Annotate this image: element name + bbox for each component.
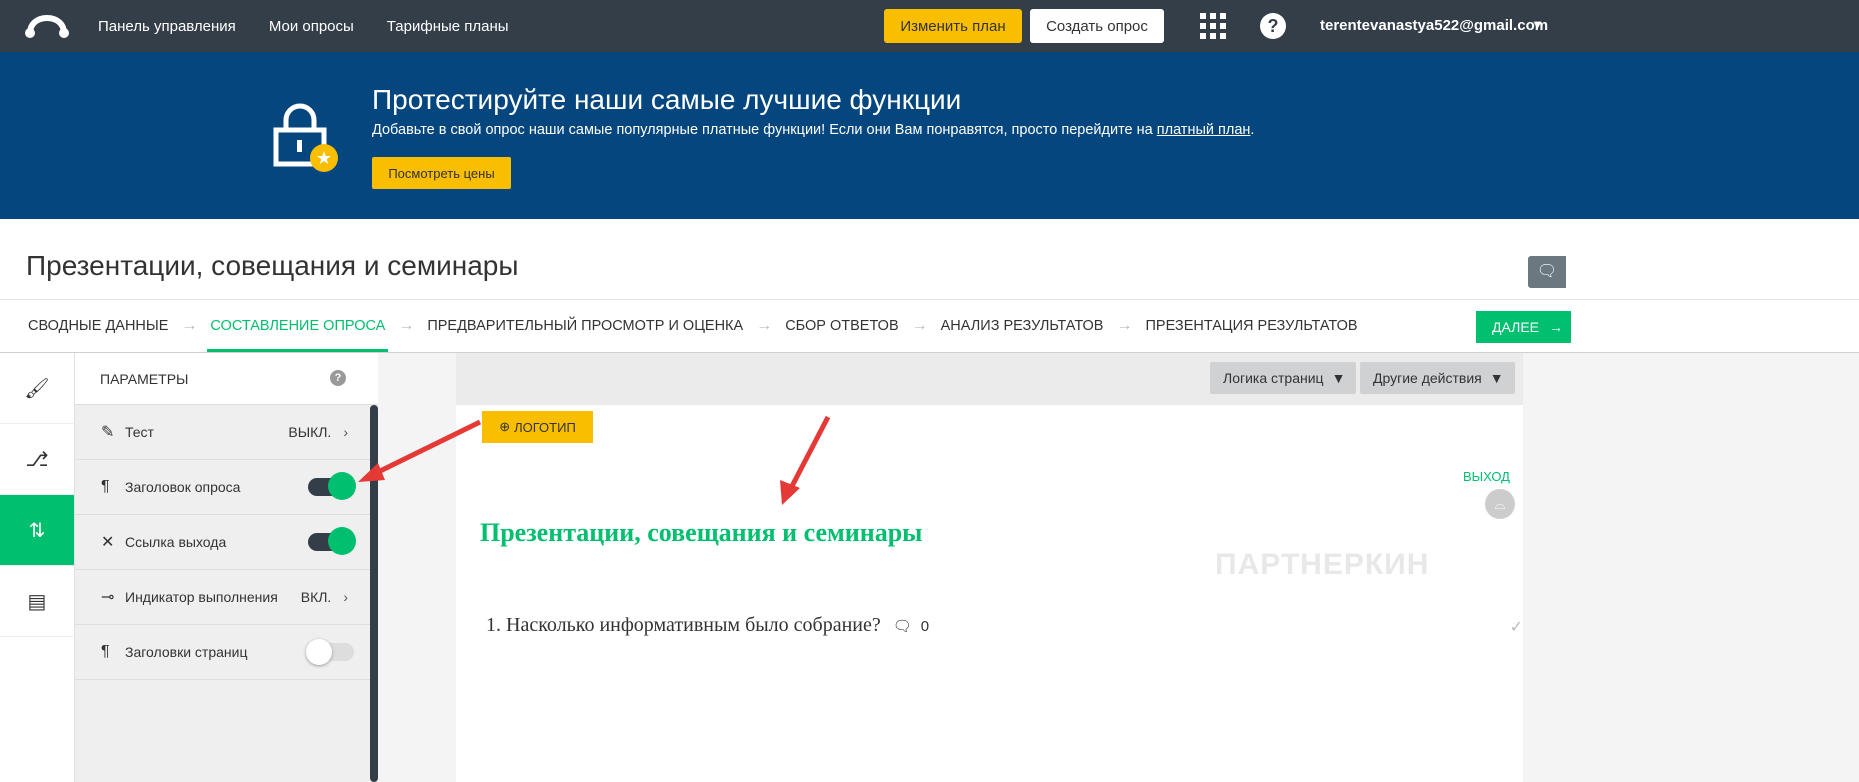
paid-plan-link[interactable]: платный план	[1157, 122, 1251, 138]
brush-icon[interactable]: 🖌	[0, 353, 74, 424]
arrow-right-icon: →	[1549, 319, 1563, 335]
nav-my-surveys[interactable]: Мои опросы	[269, 18, 354, 35]
logic-icon[interactable]: ⎇	[0, 424, 74, 495]
top-nav: Панель управления Мои опросы Тарифные пл…	[0, 0, 1859, 52]
canvas-toolbar: Логика страниц ▼ Другие действия ▼	[456, 353, 1523, 405]
library-icon[interactable]: ▤	[0, 566, 74, 637]
exit-link[interactable]: ВЫХОД	[1463, 469, 1510, 484]
chevron-down-icon[interactable]: ▼	[1531, 17, 1544, 32]
tab-preview[interactable]: ПРЕДВАРИТЕЛЬНЫЙ ПРОСМОТР И ОЦЕНКА	[427, 318, 743, 334]
survey-title[interactable]: Презентации, совещания и семинары	[480, 518, 922, 548]
sidebar-rail: 🖌 ⎇ ⇅ ▤	[0, 353, 75, 782]
survey-page: ⊕ ЛОГОТИП ВЫХОД ⌓ Презентации, совещания …	[456, 405, 1523, 782]
nav-plans[interactable]: Тарифные планы	[387, 18, 509, 35]
option-page-titles: ¶ Заголовки страниц	[75, 625, 378, 680]
chevron-right-icon: ›	[343, 589, 348, 605]
feedback-icon[interactable]: 🗨	[1528, 256, 1566, 288]
options-panel: ПАРАМЕТРЫ? ✎ Тест ВЫКЛ. › ¶ Заголовок опроса…	[75, 353, 378, 782]
option-survey-title: ¶ Заголовок опроса	[75, 460, 378, 515]
survey-title-toggle[interactable]	[308, 472, 356, 500]
exit-icon[interactable]: ⌓	[1485, 489, 1515, 519]
option-progress-bar[interactable]: ⊸ Индикатор выполнения ВКЛ. ›	[75, 570, 378, 625]
create-survey-button[interactable]: Создать опрос	[1030, 9, 1164, 43]
panel-title: ПАРАМЕТРЫ	[100, 370, 189, 387]
panel-scrollbar[interactable]	[370, 405, 378, 782]
page-titles-toggle[interactable]	[306, 639, 354, 665]
close-icon: ✕	[101, 534, 115, 551]
banner-text: Добавьте в свой опрос наши самые популяр…	[372, 122, 1255, 138]
progress-icon: ⊸	[101, 589, 115, 606]
option-exit-link: ✕ Ссылка выхода	[75, 515, 378, 570]
page-title: Презентации, совещания и семинары	[26, 250, 519, 281]
exit-link-toggle[interactable]	[308, 527, 356, 555]
step-tabs: СВОДНЫЕ ДАННЫЕ → СОСТАВЛЕНИЕ ОПРОСА → ПРЕД…	[0, 299, 1859, 353]
help-icon[interactable]: ?	[330, 370, 346, 386]
lock-star-icon: ★	[273, 103, 338, 172]
tab-analyze[interactable]: АНАЛИЗ РЕЗУЛЬТАТОВ	[941, 318, 1104, 334]
tab-collect[interactable]: СБОР ОТВЕТОВ	[785, 318, 898, 334]
comment-count: 0	[920, 618, 930, 635]
account-email[interactable]: terentevanastya522@gmail.com	[1320, 17, 1548, 34]
tab-design[interactable]: СОСТАВЛЕНИЕ ОПРОСА	[207, 318, 389, 352]
surveymonkey-logo[interactable]	[24, 11, 70, 41]
apps-grid-icon[interactable]	[1200, 13, 1226, 39]
options-sliders-icon[interactable]: ⇅	[0, 495, 74, 566]
svg-text:★: ★	[316, 148, 332, 168]
check-icon: ✓	[1509, 619, 1523, 636]
help-icon[interactable]: ?	[1260, 13, 1286, 39]
page-logic-dropdown[interactable]: Логика страниц ▼	[1210, 362, 1356, 394]
option-quiz[interactable]: ✎ Тест ВЫКЛ. ›	[75, 405, 378, 460]
plus-circle-icon: ⊕	[499, 419, 511, 434]
view-prices-button[interactable]: Посмотреть цены	[372, 157, 511, 189]
tab-summary[interactable]: СВОДНЫЕ ДАННЫЕ	[28, 318, 168, 334]
pencil-icon: ✎	[101, 424, 115, 441]
add-logo-button[interactable]: ⊕ ЛОГОТИП	[482, 411, 593, 443]
pilcrow-icon: ¶	[101, 478, 110, 495]
chevron-right-icon: ›	[343, 424, 348, 440]
watermark: ПАРТНЕРКИН	[1215, 548, 1430, 581]
question-1[interactable]: 1. Насколько информативным было собрание…	[486, 614, 929, 637]
next-button[interactable]: ДАЛЕЕ →	[1476, 311, 1571, 343]
comment-icon: 🗨	[892, 618, 912, 635]
upgrade-button[interactable]: Изменить план	[884, 9, 1022, 43]
tab-present[interactable]: ПРЕЗЕНТАЦИЯ РЕЗУЛЬТАТОВ	[1145, 318, 1357, 334]
nav-dashboard[interactable]: Панель управления	[98, 18, 236, 35]
promo-banner: ★ Протестируйте наши самые лучшие функци…	[0, 52, 1859, 219]
other-actions-dropdown[interactable]: Другие действия ▼	[1360, 362, 1515, 394]
pilcrow-icon: ¶	[101, 643, 110, 660]
banner-title: Протестируйте наши самые лучшие функции	[372, 84, 962, 115]
